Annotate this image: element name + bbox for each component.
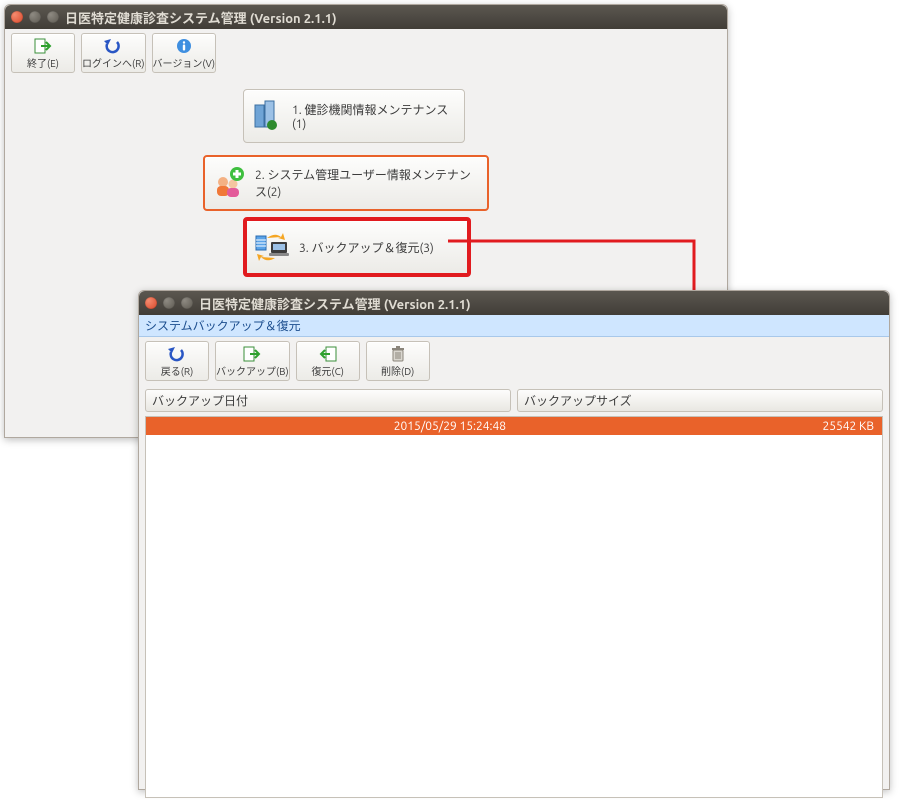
backup-window-title: 日医特定健康診査システム管理 (Version 2.1.1): [199, 294, 471, 313]
main-toolbar: 終了(E) ログインへ(R) バージョン(V): [5, 29, 727, 77]
trash-icon: [391, 345, 405, 363]
restore-label: 復元(C): [311, 363, 343, 378]
column-header-date[interactable]: バックアップ日付: [145, 389, 511, 412]
backup-button[interactable]: バックアップ(B): [215, 341, 290, 381]
backup-label: バックアップ(B): [216, 363, 289, 378]
backup-titlebar: 日医特定健康診査システム管理 (Version 2.1.1): [139, 291, 889, 315]
users-add-icon: [211, 166, 247, 200]
version-button[interactable]: バージョン(V): [152, 33, 216, 73]
backup-list: 2015/05/29 15:24:48 25542 KB: [145, 416, 883, 798]
table-row[interactable]: 2015/05/29 15:24:48 25542 KB: [146, 417, 882, 435]
column-headers: バックアップ日付 バックアップサイズ: [139, 385, 889, 412]
main-window-title: 日医特定健康診査システム管理 (Version 2.1.1): [65, 8, 337, 27]
backup-toolbar: 戻る(R) バックアップ(B) 復元(C) 削除(D): [139, 337, 889, 385]
menu-item-org-maintenance[interactable]: 1. 健診機関情報メンテナンス(1): [243, 89, 465, 143]
back-label: 戻る(R): [161, 363, 194, 378]
main-menu-area: 1. 健診機関情報メンテナンス(1) 2. システム管理ユーザー情報メンテナンス…: [5, 77, 727, 297]
menu-item-2-label: 2. システム管理ユーザー情報メンテナンス(2): [255, 166, 473, 200]
undo-icon: [167, 345, 187, 363]
buildings-icon: [250, 99, 284, 133]
version-label: バージョン(V): [153, 55, 215, 70]
window-minimize-icon[interactable]: [29, 11, 41, 23]
menu-item-user-maintenance[interactable]: 2. システム管理ユーザー情報メンテナンス(2): [203, 155, 489, 211]
row-size-cell: 25542 KB: [514, 420, 882, 433]
undo-icon: [103, 37, 123, 55]
window-maximize-icon[interactable]: [47, 11, 59, 23]
menu-item-3-label: 3. バックアップ＆復元(3): [299, 239, 434, 256]
menu-item-backup-restore[interactable]: 3. バックアップ＆復元(3): [243, 217, 471, 277]
backup-restore-icon: [253, 230, 291, 264]
column-header-size[interactable]: バックアップサイズ: [517, 389, 883, 412]
breadcrumb: システムバックアップ＆復元: [139, 315, 889, 337]
info-icon: [176, 37, 192, 55]
window-close-icon[interactable]: [11, 11, 23, 23]
back-button[interactable]: 戻る(R): [145, 341, 209, 381]
delete-label: 削除(D): [381, 363, 414, 378]
row-date-cell: 2015/05/29 15:24:48: [146, 420, 514, 433]
login-button[interactable]: ログインへ(R): [81, 33, 146, 73]
window-maximize-icon[interactable]: [181, 297, 193, 309]
menu-item-1-label: 1. 健診機関情報メンテナンス(1): [292, 101, 450, 131]
exit-button[interactable]: 終了(E): [11, 33, 75, 73]
exit-label: 終了(E): [27, 55, 59, 70]
delete-button[interactable]: 削除(D): [366, 341, 430, 381]
exit-icon: [34, 37, 52, 55]
restore-button[interactable]: 復元(C): [296, 341, 360, 381]
main-titlebar: 日医特定健康診査システム管理 (Version 2.1.1): [5, 5, 727, 29]
window-minimize-icon[interactable]: [163, 297, 175, 309]
window-close-icon[interactable]: [145, 297, 157, 309]
export-right-icon: [243, 345, 261, 363]
backup-window: 日医特定健康診査システム管理 (Version 2.1.1) システムバックアッ…: [138, 290, 890, 790]
import-left-icon: [319, 345, 337, 363]
login-label: ログインへ(R): [82, 55, 145, 70]
